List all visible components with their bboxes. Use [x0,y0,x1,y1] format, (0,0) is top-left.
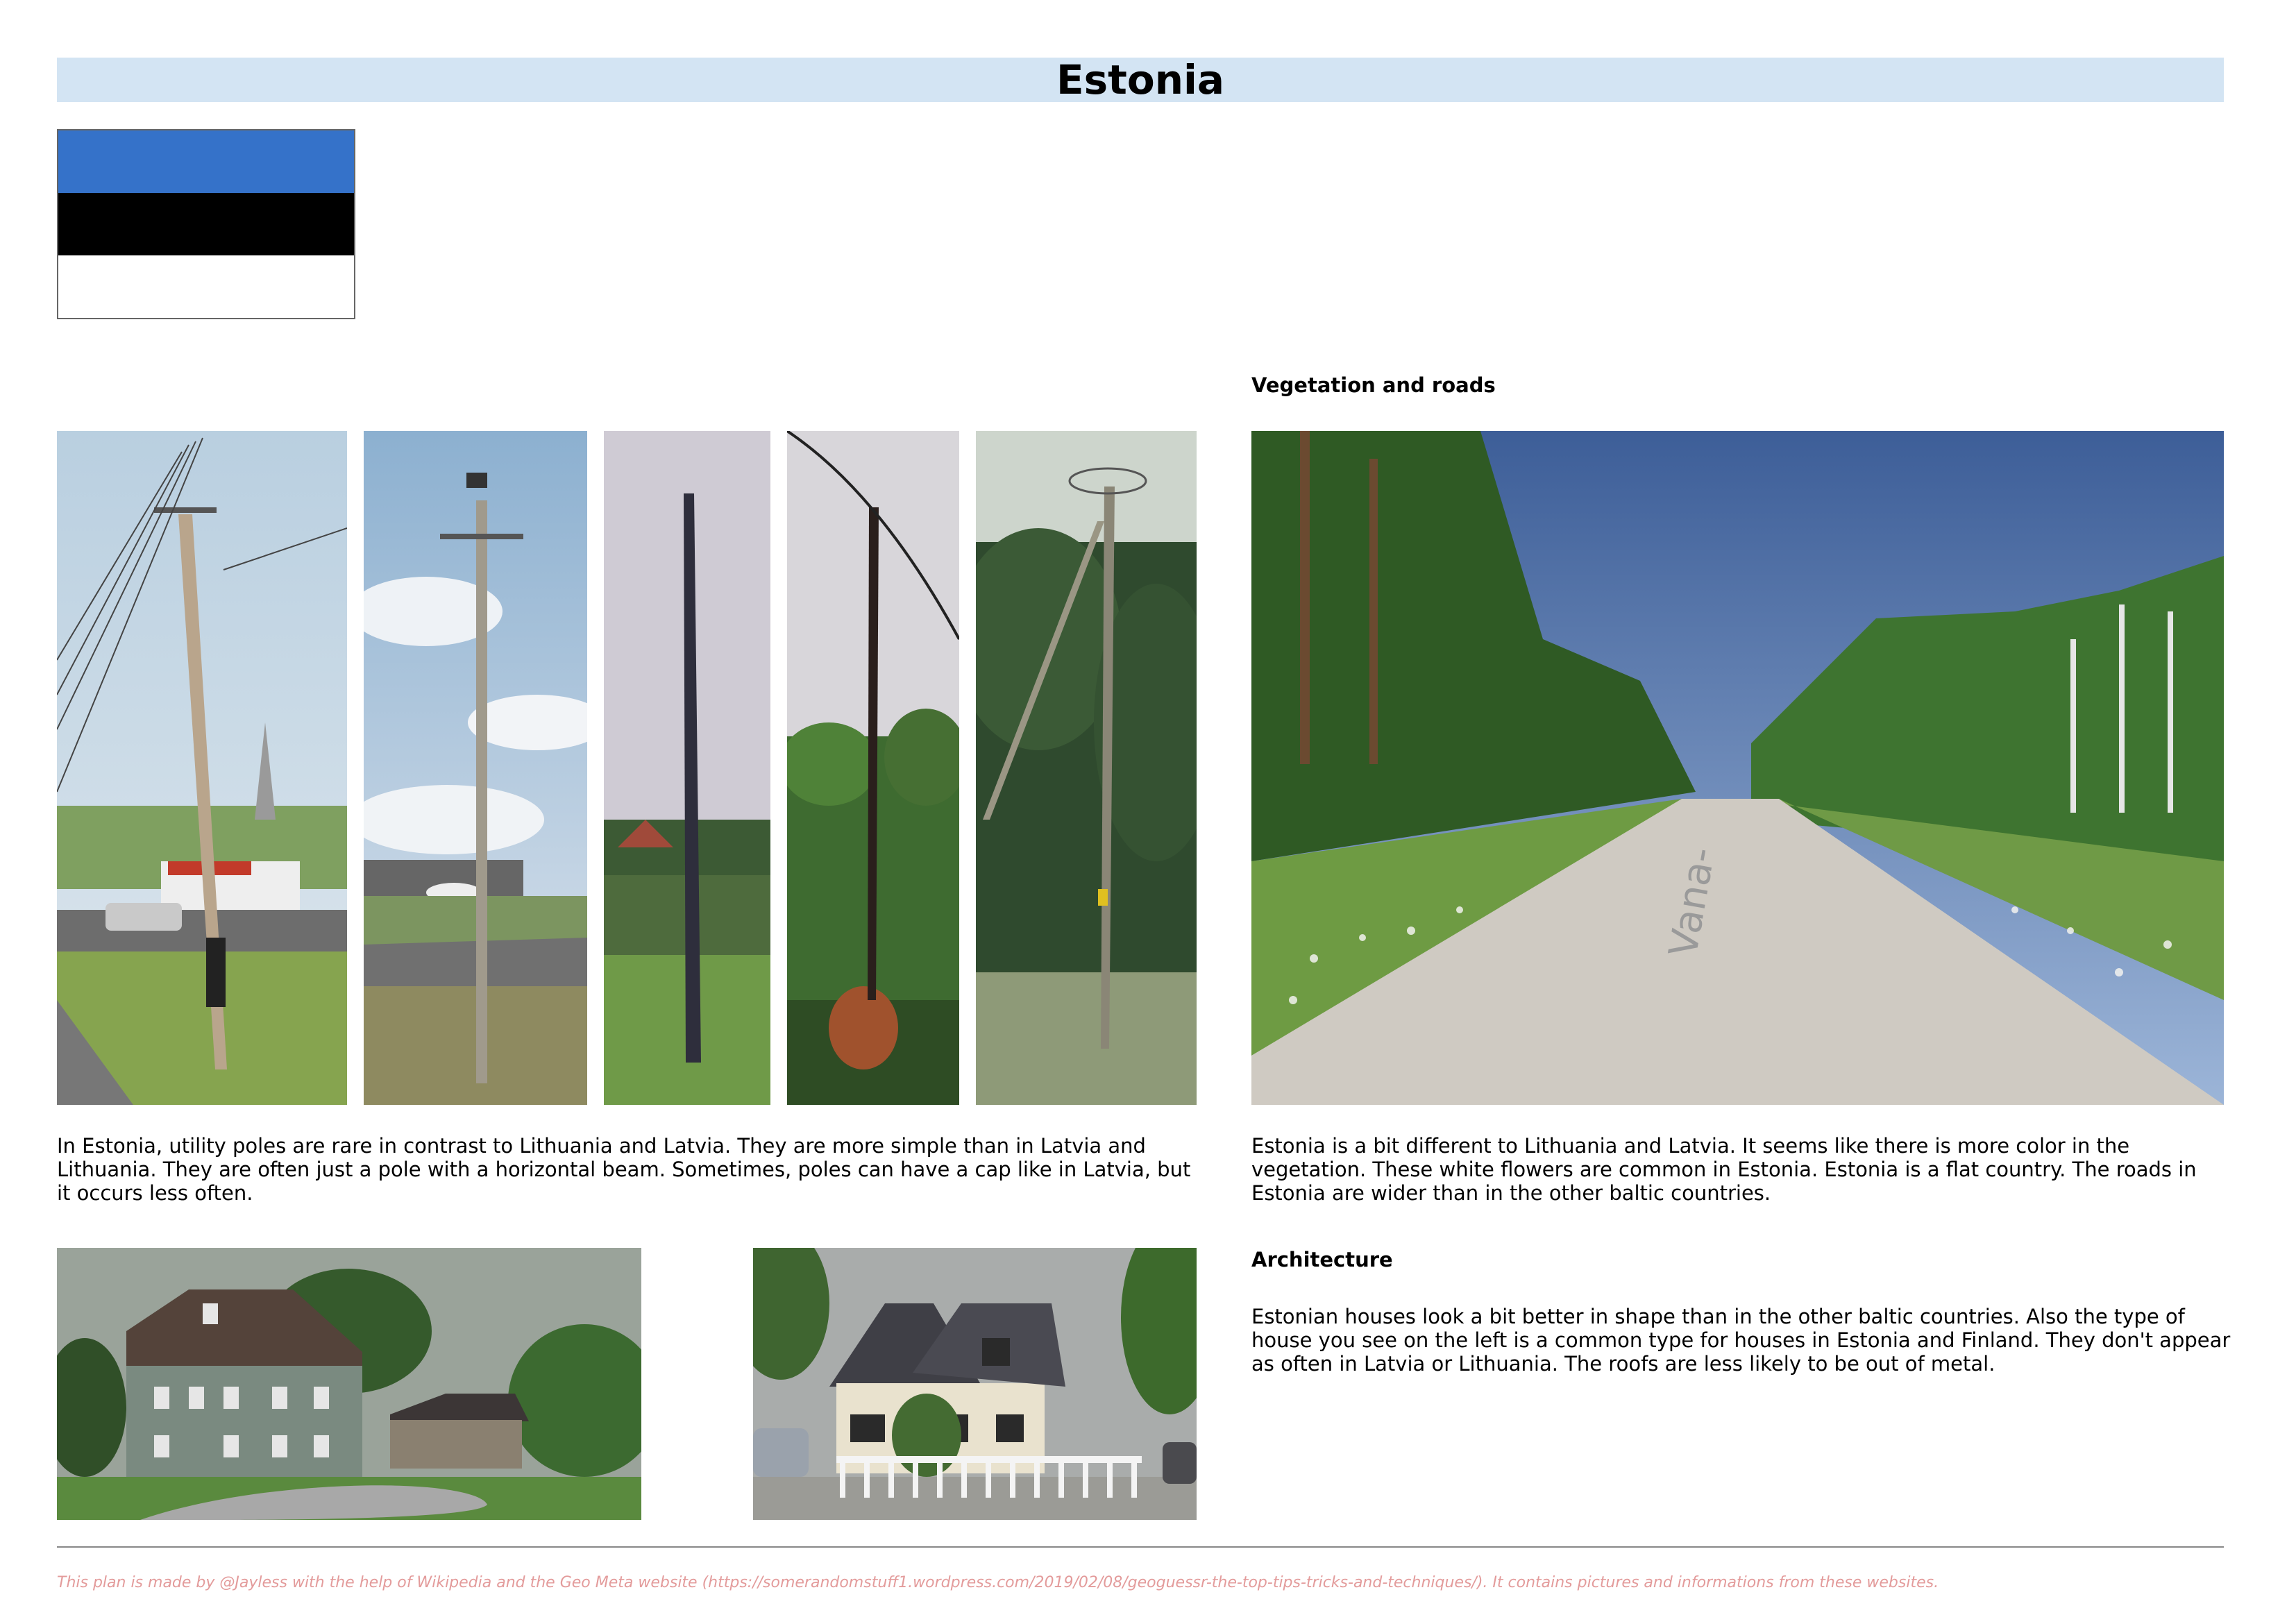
flag-stripe-white [58,255,354,318]
footer-divider [57,1546,2224,1548]
estonia-flag [57,129,355,319]
architecture-heading: Architecture [1251,1248,1393,1271]
title-bar: Estonia [57,56,2224,103]
house-photo-1 [57,1248,641,1520]
footer-credits: This plan is made by @Jayless with the h… [57,1574,1939,1591]
architecture-paragraph: Estonian houses look a bit better in sha… [1251,1305,2231,1376]
pole-photo-3 [604,431,770,1105]
flag-stripe-black [58,192,354,255]
vegetation-paragraph: Estonia is a bit different to Lithuania … [1251,1134,2197,1205]
pole-photo-1 [57,431,347,1105]
pole-photo-5 [976,431,1197,1105]
poles-paragraph: In Estonia, utility poles are rare in co… [57,1134,1191,1205]
pole-photo-2 [364,431,587,1105]
page-title: Estonia [1056,56,1225,103]
vegetation-heading: Vegetation and roads [1251,373,1496,397]
house-photo-2 [753,1248,1197,1520]
pole-photo-4 [787,431,959,1105]
road-photo: Vana- [1251,431,2224,1105]
flag-stripe-blue [58,130,354,193]
